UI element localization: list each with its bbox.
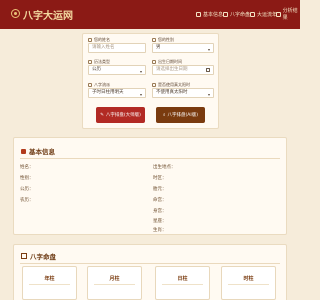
pillar-label: 日柱 — [177, 276, 188, 282]
info-minggong: 命宫： — [153, 198, 167, 203]
calc-bazi-ai-button[interactable]: ⌕ 八字排盘(AI版) — [156, 107, 205, 123]
calc-bazi-master-button[interactable]: ✎ 八字排盘(大师版) — [96, 107, 145, 123]
calendar-icon — [88, 60, 92, 64]
divider — [94, 284, 135, 285]
pillar-hour: 时柱 — [221, 266, 276, 300]
pillar-label: 月柱 — [109, 276, 120, 282]
basic-info-title: 基本信息 — [21, 146, 55, 156]
info-zodiac: 星座： — [153, 219, 167, 224]
top-navbar: 八字大运网 基本信息 八字命盘 大运流年 分析结果 — [0, 0, 300, 29]
settings-icon — [88, 83, 92, 87]
info-taiyuan: 胎元： — [153, 187, 167, 192]
info-gender: 性别： — [20, 176, 34, 181]
section-title: 八字命盘 — [30, 253, 56, 261]
solar-time-select[interactable]: 不使用真太阳时 ▾ — [152, 88, 214, 98]
info-shengxiao: 生肖： — [153, 228, 167, 233]
logo-icon — [11, 9, 20, 18]
button-label: 八字排盘(AI版) — [167, 113, 198, 118]
pillar-day: 日柱 — [155, 266, 210, 300]
nav-label: 分析结果 — [282, 8, 298, 21]
chevron-down-icon: ▾ — [207, 92, 210, 97]
info-lunar-date: 农历： — [20, 198, 34, 203]
birth-datetime-input[interactable]: 请选择出生日期 — [152, 65, 214, 75]
info-shengong: 身宫： — [153, 209, 167, 214]
sun-icon — [152, 83, 156, 87]
gender-value: 男 — [156, 45, 161, 50]
section-title: 基本信息 — [29, 148, 55, 156]
calendar-icon — [206, 68, 210, 72]
info-solar-date: 公历： — [20, 187, 34, 192]
section-marker-icon — [21, 148, 26, 154]
gender-icon — [152, 38, 156, 42]
calendar-value: 公历 — [92, 67, 101, 72]
nav-item-basic-info[interactable]: 基本信息 — [196, 9, 223, 19]
chevron-down-icon: ▾ — [207, 47, 210, 52]
site-logo[interactable]: 八字大运网 — [23, 7, 73, 22]
divider — [228, 284, 269, 285]
calendar-type-select[interactable]: 公历 ▾ — [88, 65, 146, 75]
nav-label: 八字命盘 — [230, 11, 251, 18]
button-label: 八字排盘(大师版) — [105, 113, 141, 118]
pen-icon: ✎ — [100, 112, 104, 118]
pillar-label: 年柱 — [44, 276, 55, 282]
school-select[interactable]: 子时日柱用明天 ▾ — [88, 88, 146, 98]
info-birthplace: 出生地点： — [153, 165, 176, 170]
divider — [20, 263, 280, 264]
divider — [20, 158, 280, 159]
gender-select[interactable]: 男 ▾ — [152, 43, 214, 53]
pillar-year: 年柱 — [22, 266, 77, 300]
user-icon — [88, 38, 92, 42]
nav-item-dayun[interactable]: 大运流年 — [250, 9, 277, 19]
pillar-label: 时柱 — [243, 276, 254, 282]
nav-item-analysis[interactable]: 分析结果 — [276, 8, 300, 21]
divider — [162, 284, 203, 285]
clock-icon — [152, 60, 156, 64]
list-icon — [276, 11, 281, 17]
divider — [29, 284, 70, 285]
grid-icon — [223, 11, 228, 17]
bazi-chart-title: 八字命盘 — [21, 251, 56, 261]
chart-icon — [250, 11, 255, 17]
user-icon — [196, 11, 201, 17]
pillar-month: 月柱 — [87, 266, 142, 300]
chevron-down-icon: ▾ — [139, 69, 142, 74]
name-input[interactable]: 请输入姓名 — [88, 43, 146, 53]
nav-label: 基本信息 — [203, 11, 224, 18]
nav-item-bazi-chart[interactable]: 八字命盘 — [223, 9, 250, 19]
solar-time-value: 不使用真太阳时 — [156, 90, 188, 95]
search-icon: ⌕ — [163, 113, 166, 118]
chevron-down-icon: ▾ — [139, 92, 142, 97]
grid-icon — [21, 253, 27, 259]
basic-info-card: 基本信息 姓名： 性别： 公历： 农历： 出生地点： 时区： 胎元： 命宫： 身… — [13, 137, 287, 235]
school-value: 子时日柱用明天 — [92, 90, 124, 95]
info-name: 姓名： — [20, 165, 34, 170]
info-timezone: 时区： — [153, 176, 167, 181]
nav-label: 大运流年 — [257, 11, 278, 18]
birth-placeholder: 请选择出生日期 — [156, 67, 188, 72]
